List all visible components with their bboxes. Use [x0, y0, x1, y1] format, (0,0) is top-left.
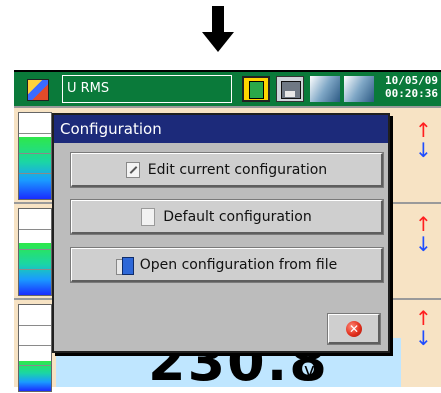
down-arrow-icon[interactable]: ↓	[415, 140, 433, 160]
level-gauge	[18, 208, 52, 296]
chart-icon[interactable]	[18, 76, 58, 102]
open-file-icon	[115, 256, 134, 275]
channel-title[interactable]: U RMS	[62, 75, 232, 103]
measurement-unit: v	[304, 360, 315, 381]
open-configuration-from-file-button[interactable]: Open configuration from file	[70, 247, 384, 283]
dialog-title: Configuration	[54, 115, 388, 143]
button-label: Default configuration	[163, 208, 312, 225]
button-label: Edit current configuration	[147, 161, 328, 178]
up-arrow-icon[interactable]: ↑	[415, 308, 433, 328]
close-button[interactable]: ✕	[327, 313, 381, 345]
time: 00:20:36	[385, 87, 438, 100]
document-icon[interactable]	[242, 76, 270, 102]
up-arrow-icon[interactable]: ↑	[415, 214, 433, 234]
down-arrow-icon	[202, 6, 234, 52]
edit-document-icon	[125, 161, 140, 178]
status-bar: U RMS 10/05/09 00:20:36	[14, 70, 441, 106]
arrow-controls: ↑ ↓	[415, 120, 433, 160]
up-arrow-icon[interactable]: ↑	[415, 120, 433, 140]
button-label: Open configuration from file	[139, 256, 338, 273]
configuration-dialog: Configuration Edit current configuration…	[52, 113, 390, 353]
date: 10/05/09	[385, 74, 438, 87]
close-icon: ✕	[346, 321, 362, 337]
down-arrow-icon[interactable]: ↓	[415, 234, 433, 254]
status-indicator-1	[310, 76, 340, 102]
datetime: 10/05/09 00:20:36	[380, 74, 438, 104]
edit-current-configuration-button[interactable]: Edit current configuration	[70, 152, 384, 188]
default-configuration-button[interactable]: Default configuration	[70, 199, 384, 235]
arrow-controls: ↑ ↓	[415, 308, 433, 348]
arrow-controls: ↑ ↓	[415, 214, 433, 254]
level-gauge	[18, 112, 52, 200]
gauge-fill	[19, 137, 51, 199]
down-arrow-icon[interactable]: ↓	[415, 328, 433, 348]
level-gauge	[18, 304, 52, 392]
disk-icon[interactable]	[276, 76, 304, 102]
status-indicator-2	[344, 76, 374, 102]
blank-document-icon	[141, 207, 156, 226]
